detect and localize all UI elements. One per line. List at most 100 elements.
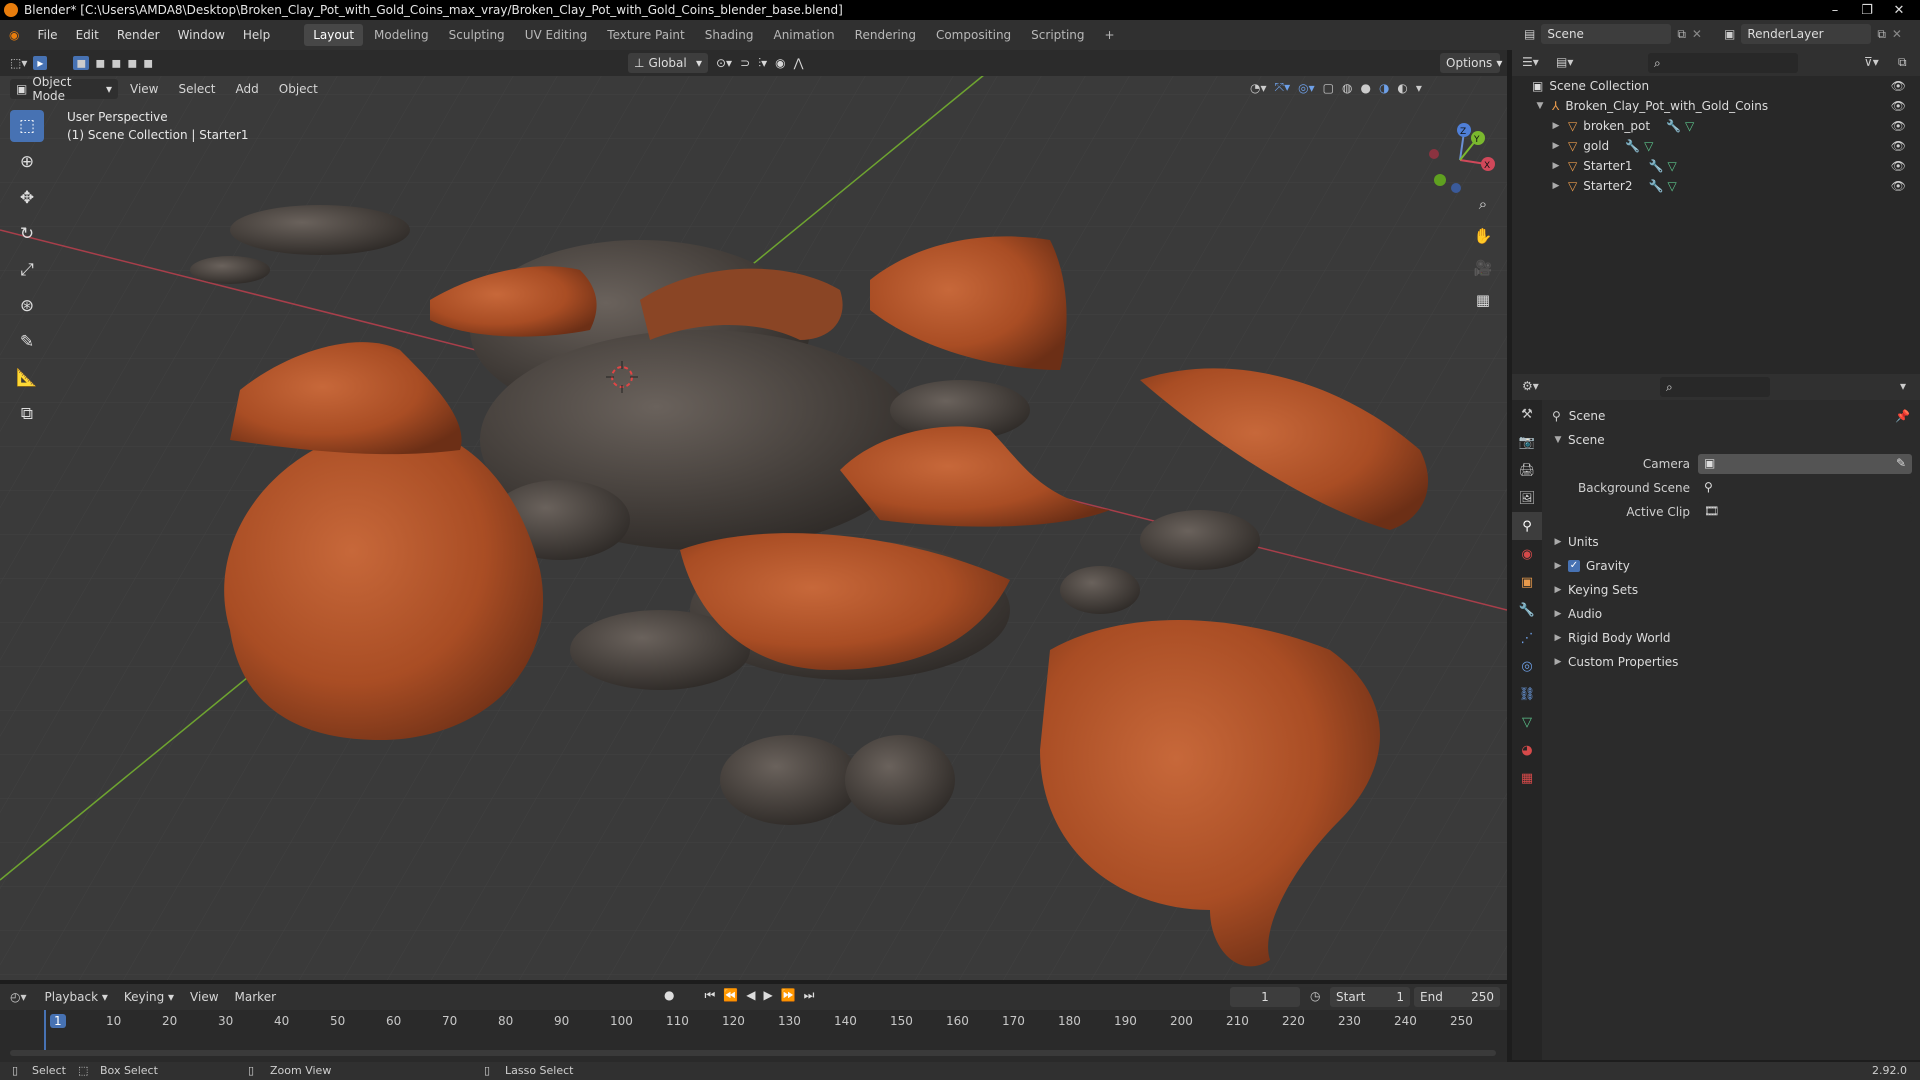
eye-icon[interactable]: 👁 xyxy=(1891,179,1906,193)
modifiers-tab-icon[interactable]: 🔧 xyxy=(1512,596,1542,624)
move-tool-icon[interactable]: ✥ xyxy=(10,182,44,214)
collapse-arrow-icon[interactable]: ▶ xyxy=(1550,181,1562,191)
properties-search-input[interactable]: ⌕ xyxy=(1660,377,1770,397)
preview-range-icon[interactable]: ◷ xyxy=(1310,989,1320,1003)
properties-editor-icon[interactable]: ⚙▾ xyxy=(1522,379,1539,393)
pan-hand-icon[interactable]: ✋ xyxy=(1469,222,1497,250)
selection-mode-invert-icon[interactable]: ◼ xyxy=(127,56,137,70)
audio-panel[interactable]: ▶ Audio xyxy=(1542,602,1920,626)
eye-icon[interactable]: 👁 xyxy=(1891,119,1906,133)
snap-icon[interactable]: ⊃ xyxy=(740,56,750,70)
menu-edit[interactable]: Edit xyxy=(67,20,108,50)
pivot-point-icon[interactable]: ⊙▾ xyxy=(716,56,732,70)
outliner-row-collection[interactable]: ▼ ⅄ Broken_Clay_Pot_with_Gold_Coins 👁 xyxy=(1512,96,1920,116)
selection-mode-extend-icon[interactable]: ◼ xyxy=(95,56,105,70)
tab-layout[interactable]: Layout xyxy=(304,24,364,46)
timeline-scrollbar[interactable] xyxy=(10,1050,1496,1056)
play-reverse-icon[interactable]: ◀ xyxy=(746,988,755,1003)
active-clip-field[interactable]: 🎞 xyxy=(1698,502,1912,522)
ortho-grid-icon[interactable]: ▦ xyxy=(1469,286,1497,314)
add-workspace-icon[interactable]: + xyxy=(1096,24,1124,46)
transform-tool-icon[interactable]: ⊛ xyxy=(10,290,44,322)
collapse-arrow-icon[interactable]: ▶ xyxy=(1550,141,1562,151)
collapse-arrow-icon[interactable]: ▶ xyxy=(1550,121,1562,131)
texture-tab-icon[interactable]: ▦ xyxy=(1512,764,1542,792)
tab-modeling[interactable]: Modeling xyxy=(365,24,438,46)
current-frame-field[interactable]: 1 xyxy=(1230,987,1300,1007)
tab-animation[interactable]: Animation xyxy=(764,24,843,46)
eye-icon[interactable]: 👁 xyxy=(1891,139,1906,153)
timeline-menu-playback[interactable]: Playback ▾ xyxy=(37,990,116,1004)
outliner-row-scene-collection[interactable]: ▣ Scene Collection 👁 xyxy=(1512,76,1920,96)
shading-options-icon[interactable]: ▾ xyxy=(1416,81,1422,95)
shading-rendered-icon[interactable]: ◐ xyxy=(1397,81,1407,95)
tab-compositing[interactable]: Compositing xyxy=(927,24,1020,46)
particles-tab-icon[interactable]: ⋰ xyxy=(1512,624,1542,652)
blender-menu-icon[interactable]: ◉ xyxy=(0,20,28,50)
viewport-menu-select[interactable]: Select xyxy=(170,82,223,96)
visibility-icon[interactable]: ◔▾ xyxy=(1250,81,1267,95)
start-frame-field[interactable]: Start 1 xyxy=(1330,987,1410,1007)
eyedropper-icon[interactable]: ✎ xyxy=(1896,456,1906,470)
falloff-icon[interactable]: ⋀ xyxy=(794,56,804,70)
mesh-data-icon[interactable]: ▽ xyxy=(1685,119,1694,133)
new-layer-icon[interactable]: ⧉ xyxy=(1877,27,1886,42)
eye-icon[interactable]: 👁 xyxy=(1891,99,1906,113)
prev-keyframe-icon[interactable]: ⏪ xyxy=(723,988,738,1003)
display-mode-icon[interactable]: ▤▾ xyxy=(1556,55,1573,69)
viewport-menu-object[interactable]: Object xyxy=(271,82,326,96)
timeline-menu-keying[interactable]: Keying ▾ xyxy=(116,990,182,1004)
jump-end-icon[interactable]: ⏭ xyxy=(804,988,815,1003)
select-tool-icon[interactable]: ▸ xyxy=(33,56,48,70)
tab-sculpting[interactable]: Sculpting xyxy=(440,24,514,46)
new-scene-icon[interactable]: ⧉ xyxy=(1677,27,1686,42)
zoom-icon[interactable]: ⌕ xyxy=(1469,190,1497,218)
background-scene-field[interactable]: ⚲ xyxy=(1698,478,1912,498)
tool-tab-icon[interactable]: ⚒ xyxy=(1512,400,1542,428)
tab-uv-editing[interactable]: UV Editing xyxy=(516,24,597,46)
menu-help[interactable]: Help xyxy=(234,20,279,50)
scene-icon[interactable]: ▤ xyxy=(1524,27,1535,41)
output-tab-icon[interactable]: 🖨 xyxy=(1512,456,1542,484)
timeline-menu-marker[interactable]: Marker xyxy=(227,990,284,1004)
next-keyframe-icon[interactable]: ⏩ xyxy=(781,988,796,1003)
camera-view-icon[interactable]: 🎥 xyxy=(1469,254,1497,282)
tab-shading[interactable]: Shading xyxy=(696,24,763,46)
frame-ruler[interactable]: 1 10 20 30 40 50 60 70 80 90 100 110 120 130 140 150 160… xyxy=(0,1010,1507,1030)
snap-target-icon[interactable]: ⫶▾ xyxy=(758,56,767,71)
eye-icon[interactable]: 👁 xyxy=(1891,79,1906,93)
gravity-panel[interactable]: ▶ ✓ Gravity xyxy=(1542,554,1920,578)
material-tab-icon[interactable]: ◕ xyxy=(1512,736,1542,764)
timeline-area[interactable]: 1 10 20 30 40 50 60 70 80 90 100 110 120 130 140 150 160… xyxy=(0,1010,1507,1066)
options-dropdown[interactable]: Options ▾ xyxy=(1440,53,1502,73)
modifier-wrench-icon[interactable]: 🔧 xyxy=(1649,159,1664,173)
minimize-button[interactable]: – xyxy=(1820,0,1850,20)
record-icon[interactable]: ● xyxy=(664,988,674,1003)
outliner-row-broken-pot[interactable]: ▶ ▽ broken_pot 🔧 ▽ 👁 xyxy=(1512,116,1920,136)
menu-window[interactable]: Window xyxy=(169,20,234,50)
menu-render[interactable]: Render xyxy=(108,20,169,50)
outliner-row-gold[interactable]: ▶ ▽ gold 🔧 ▽ 👁 xyxy=(1512,136,1920,156)
filter-icon[interactable]: ⊽▾ xyxy=(1864,55,1879,69)
cursor-tool-icon[interactable]: ⊕ xyxy=(10,146,44,178)
selection-mode-intersect-icon[interactable]: ◼ xyxy=(143,56,153,70)
selection-mode-new-icon[interactable]: ◼ xyxy=(73,56,90,70)
maximize-button[interactable]: ❐ xyxy=(1852,0,1882,20)
physics-tab-icon[interactable]: ◎ xyxy=(1512,652,1542,680)
properties-options-icon[interactable]: ▾ xyxy=(1900,379,1906,393)
transform-orientation-dropdown[interactable]: ⊥ Global ▾ xyxy=(628,53,708,73)
new-collection-icon[interactable]: ⧉ xyxy=(1898,55,1907,70)
custom-properties-panel[interactable]: ▶ Custom Properties xyxy=(1542,650,1920,674)
menu-file[interactable]: File xyxy=(28,20,66,50)
3d-viewport[interactable]: ⬚▾ ▸ ◼ ◼ ◼ ◼ ◼ ⊥ Global ▾ ⊙▾ ⊃ ⫶▾ ◉ ⋀ Opt… xyxy=(0,50,1507,980)
gizmo-toggle-icon[interactable]: ⤧▾ xyxy=(1275,80,1291,95)
modifier-wrench-icon[interactable]: 🔧 xyxy=(1666,119,1681,133)
scene-name-field[interactable]: Scene xyxy=(1541,24,1672,44)
view-layer-tab-icon[interactable]: 🖼 xyxy=(1512,484,1542,512)
add-cube-tool-icon[interactable]: ⧉ xyxy=(10,398,44,430)
keying-sets-panel[interactable]: ▶ Keying Sets xyxy=(1542,578,1920,602)
shading-wireframe-icon[interactable]: ◍ xyxy=(1342,81,1352,95)
play-icon[interactable]: ▶ xyxy=(763,988,772,1003)
object-data-tab-icon[interactable]: ▽ xyxy=(1512,708,1542,736)
scale-tool-icon[interactable]: ⤢ xyxy=(10,254,44,286)
